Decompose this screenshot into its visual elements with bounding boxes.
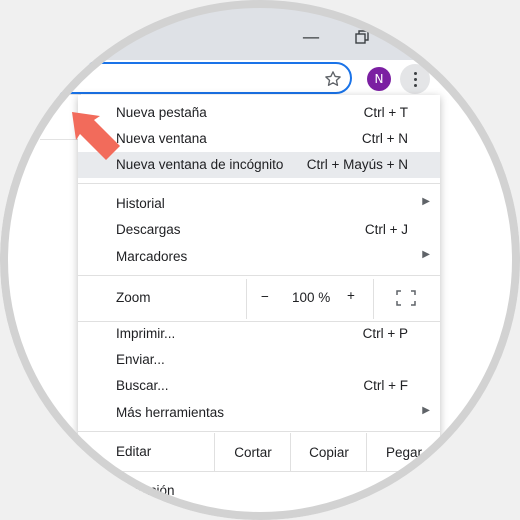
menu-item-new-window[interactable]: Nueva ventana Ctrl + N: [78, 126, 440, 152]
edit-row: Editar Cortar Copiar Pegar: [78, 433, 440, 471]
edit-label: Editar: [116, 444, 152, 459]
menu-item-print[interactable]: Imprimir... Ctrl + P: [78, 321, 440, 347]
title-bar: —: [0, 0, 520, 60]
restore-icon[interactable]: [347, 22, 377, 52]
address-bar[interactable]: [0, 62, 352, 94]
zoom-label: Zoom: [116, 290, 151, 305]
chevron-right-icon: ▶: [422, 196, 430, 207]
minimize-icon[interactable]: —: [296, 22, 326, 52]
menu-divider: [78, 275, 440, 276]
zoom-controls: − 100 % +: [246, 279, 374, 319]
menu-divider: [78, 183, 440, 184]
menu-item-more-tools[interactable]: Más herramientas ▶: [78, 400, 440, 426]
menu-divider: [78, 471, 440, 472]
menu-item-find[interactable]: Buscar... Ctrl + F: [78, 373, 440, 399]
avatar[interactable]: N: [367, 67, 391, 91]
chevron-right-icon: ▶: [422, 249, 430, 260]
paste-button[interactable]: Pegar: [366, 433, 441, 471]
chevron-right-icon: ▶: [422, 405, 430, 416]
zoom-in-button[interactable]: +: [347, 288, 355, 303]
menu-item-cast[interactable]: Enviar...: [78, 347, 440, 373]
zoom-level: 100 %: [292, 290, 331, 305]
zoom-out-button[interactable]: −: [261, 289, 269, 304]
zoom-row: Zoom − 100 % +: [78, 279, 440, 319]
menu-divider: [78, 431, 440, 432]
menu-item-bookmarks[interactable]: Marcadores ▶: [78, 244, 440, 270]
red-arrow-pointer-icon: [72, 112, 120, 160]
screenshot-circle-frame: — N Nueva pestaña Ctrl + T Nueva ventana…: [0, 0, 520, 520]
menu-item-new-tab[interactable]: Nueva pestaña Ctrl + T: [78, 100, 440, 126]
kebab-menu-icon[interactable]: [400, 64, 430, 94]
menu-item-downloads[interactable]: Descargas Ctrl + J: [78, 217, 440, 243]
copy-button[interactable]: Copiar: [290, 433, 367, 471]
menu-item-history[interactable]: Historial ▶: [78, 191, 440, 217]
fullscreen-icon[interactable]: [396, 290, 416, 306]
menu-item-new-incognito-window[interactable]: Nueva ventana de incógnito Ctrl + Mayús …: [78, 152, 440, 178]
star-icon[interactable]: [320, 66, 346, 92]
cut-button[interactable]: Cortar: [214, 433, 291, 471]
menu-item-settings-partial[interactable]: figuración: [116, 483, 175, 498]
chrome-main-menu: Nueva pestaña Ctrl + T Nueva ventana Ctr…: [78, 95, 440, 520]
